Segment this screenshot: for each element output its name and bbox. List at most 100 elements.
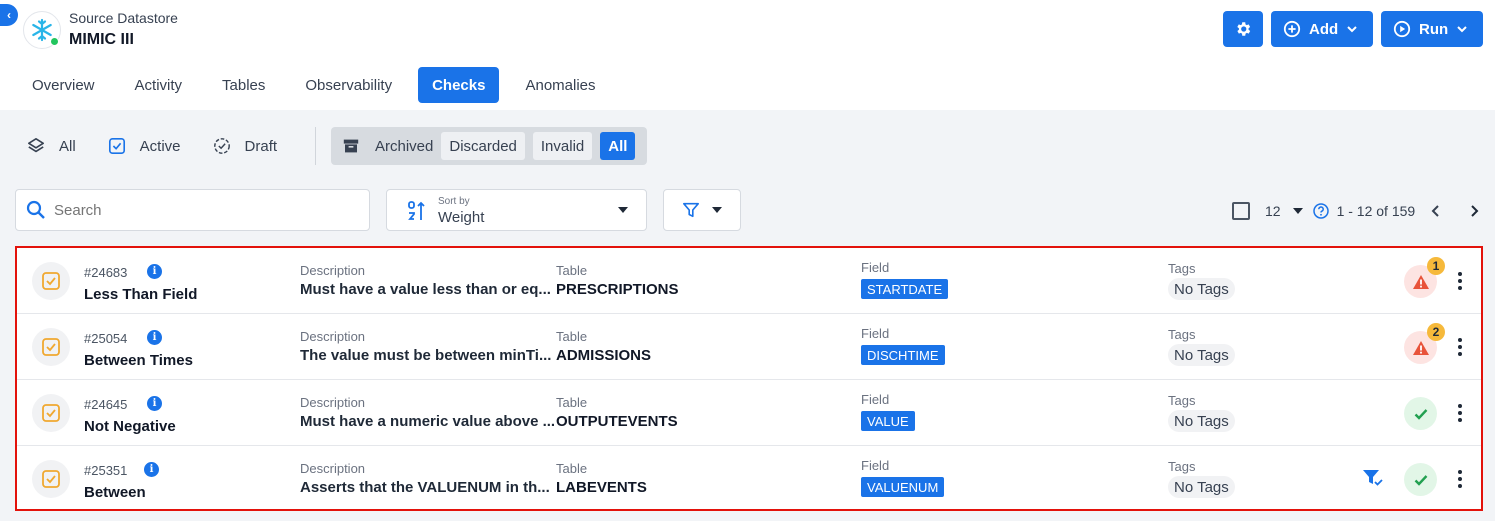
play-circle-icon xyxy=(1393,20,1411,38)
filter-archived-all[interactable]: All xyxy=(600,132,636,160)
add-button[interactable]: Add xyxy=(1271,11,1373,47)
filter-button[interactable] xyxy=(663,189,741,231)
tags-badge: No Tags xyxy=(1168,410,1235,432)
filter-active[interactable]: Active xyxy=(108,137,181,155)
tab-observability[interactable]: Observability xyxy=(291,67,406,103)
status-filter-bar: All Active Draft xyxy=(27,127,309,165)
check-description: Must have a numeric value above ... xyxy=(300,413,556,430)
check-row[interactable]: #24645 i Not Negative Description Must h… xyxy=(17,380,1481,446)
caret-down-icon xyxy=(712,207,722,213)
caret-down-icon xyxy=(618,207,628,213)
filter-archived-label: Archived xyxy=(375,137,434,155)
select-all-checkbox[interactable] xyxy=(1232,202,1250,220)
tags-label: Tags xyxy=(1168,261,1196,276)
check-id: #24683 xyxy=(84,265,128,280)
chevron-down-icon xyxy=(1457,26,1467,33)
settings-button[interactable] xyxy=(1223,11,1263,47)
info-icon[interactable]: i xyxy=(147,330,162,345)
funnel-icon xyxy=(682,202,700,218)
description-label: Description xyxy=(300,461,366,476)
passed-status[interactable] xyxy=(1404,463,1437,496)
tags-label: Tags xyxy=(1168,459,1196,474)
filter-draft[interactable]: Draft xyxy=(213,137,278,155)
sort-icon xyxy=(408,201,425,220)
passed-status[interactable] xyxy=(1404,397,1437,430)
filter-invalid[interactable]: Invalid xyxy=(532,132,593,160)
tags-label: Tags xyxy=(1168,393,1196,408)
draft-icon xyxy=(213,138,230,154)
anomaly-status[interactable]: 2 xyxy=(1404,323,1445,364)
check-id: #25351 xyxy=(84,463,128,478)
more-options-icon[interactable] xyxy=(1454,468,1466,490)
description-label: Description xyxy=(300,329,366,344)
archived-filter-group: Archived Discarded Invalid All xyxy=(331,127,647,165)
field-label: Field xyxy=(861,458,890,473)
tags-badge: No Tags xyxy=(1168,344,1235,366)
more-options-icon[interactable] xyxy=(1454,336,1466,358)
check-name: Less Than Field xyxy=(84,286,198,303)
description-label: Description xyxy=(300,395,366,410)
check-table: ADMISSIONS xyxy=(556,347,652,364)
tab-tables[interactable]: Tables xyxy=(208,67,279,103)
filter-discarded[interactable]: Discarded xyxy=(441,132,525,160)
filter-all-label: All xyxy=(59,137,76,155)
field-badge: VALUENUM xyxy=(861,477,945,497)
check-row[interactable]: #25054 i Between Times Description The v… xyxy=(17,314,1481,380)
field-label: Field xyxy=(861,260,890,275)
checkbox-icon xyxy=(108,137,125,155)
check-type-icon xyxy=(32,394,70,432)
page-size[interactable]: 12 xyxy=(1265,203,1281,219)
tab-bar: Overview Activity Tables Observability C… xyxy=(18,67,622,103)
filter-draft-label: Draft xyxy=(244,137,278,155)
check-name: Between xyxy=(84,484,146,501)
tab-activity[interactable]: Activity xyxy=(121,67,197,103)
search-icon xyxy=(26,200,45,219)
field-badge: VALUE xyxy=(861,411,915,431)
search-input[interactable] xyxy=(54,201,344,219)
check-row[interactable]: #24683 i Less Than Field Description Mus… xyxy=(17,248,1481,314)
sort-value: Weight xyxy=(438,209,485,226)
run-button[interactable]: Run xyxy=(1381,11,1483,47)
filter-active-label: Active xyxy=(139,137,181,155)
sort-select[interactable]: Sort by Weight xyxy=(386,189,647,231)
info-icon[interactable]: i xyxy=(147,264,162,279)
filter-archived[interactable]: Archived xyxy=(343,138,433,155)
search-box[interactable] xyxy=(15,189,370,231)
field-label: Field xyxy=(861,326,890,341)
field-badge: STARTDATE xyxy=(861,279,949,299)
info-icon[interactable]: i xyxy=(144,462,159,477)
archive-icon xyxy=(343,139,359,153)
tab-anomalies[interactable]: Anomalies xyxy=(511,67,609,103)
anomaly-count-badge: 1 xyxy=(1427,257,1445,275)
tags-badge: No Tags xyxy=(1168,278,1235,300)
more-options-icon[interactable] xyxy=(1454,270,1466,292)
layers-icon xyxy=(27,137,45,153)
chevron-right-icon[interactable] xyxy=(1469,205,1479,217)
page-header: ‹ Source Datastore MIMIC III Add Run Ove… xyxy=(0,0,1495,110)
gear-icon xyxy=(1237,22,1251,36)
help-icon[interactable] xyxy=(1312,203,1329,219)
check-id: #25054 xyxy=(84,331,128,346)
more-options-icon[interactable] xyxy=(1454,402,1466,424)
checkmark-icon xyxy=(1414,408,1427,420)
chevron-left-icon[interactable] xyxy=(1431,205,1441,217)
caret-down-icon[interactable] xyxy=(1292,208,1303,214)
info-icon[interactable]: i xyxy=(147,396,162,411)
anomaly-status[interactable]: 1 xyxy=(1404,257,1445,298)
checks-list: #24683 i Less Than Field Description Mus… xyxy=(15,246,1483,511)
tab-checks[interactable]: Checks xyxy=(418,67,500,103)
collapse-sidebar-button[interactable]: ‹ xyxy=(0,4,18,26)
tab-overview[interactable]: Overview xyxy=(18,67,109,103)
filter-check-icon xyxy=(1363,470,1383,486)
table-label: Table xyxy=(556,263,588,278)
filter-all[interactable]: All xyxy=(27,137,76,155)
check-table: OUTPUTEVENTS xyxy=(556,413,678,430)
datastore-logo xyxy=(23,11,61,49)
chevron-down-icon xyxy=(1347,26,1357,33)
sort-label: Sort by xyxy=(438,196,470,207)
table-label: Table xyxy=(556,395,588,410)
page-range: 1 - 12 of 159 xyxy=(1336,203,1416,219)
plus-circle-icon xyxy=(1283,20,1301,38)
check-row[interactable]: #25351 i Between Description Asserts tha… xyxy=(17,446,1481,512)
check-description: Must have a value less than or eq... xyxy=(300,281,551,298)
